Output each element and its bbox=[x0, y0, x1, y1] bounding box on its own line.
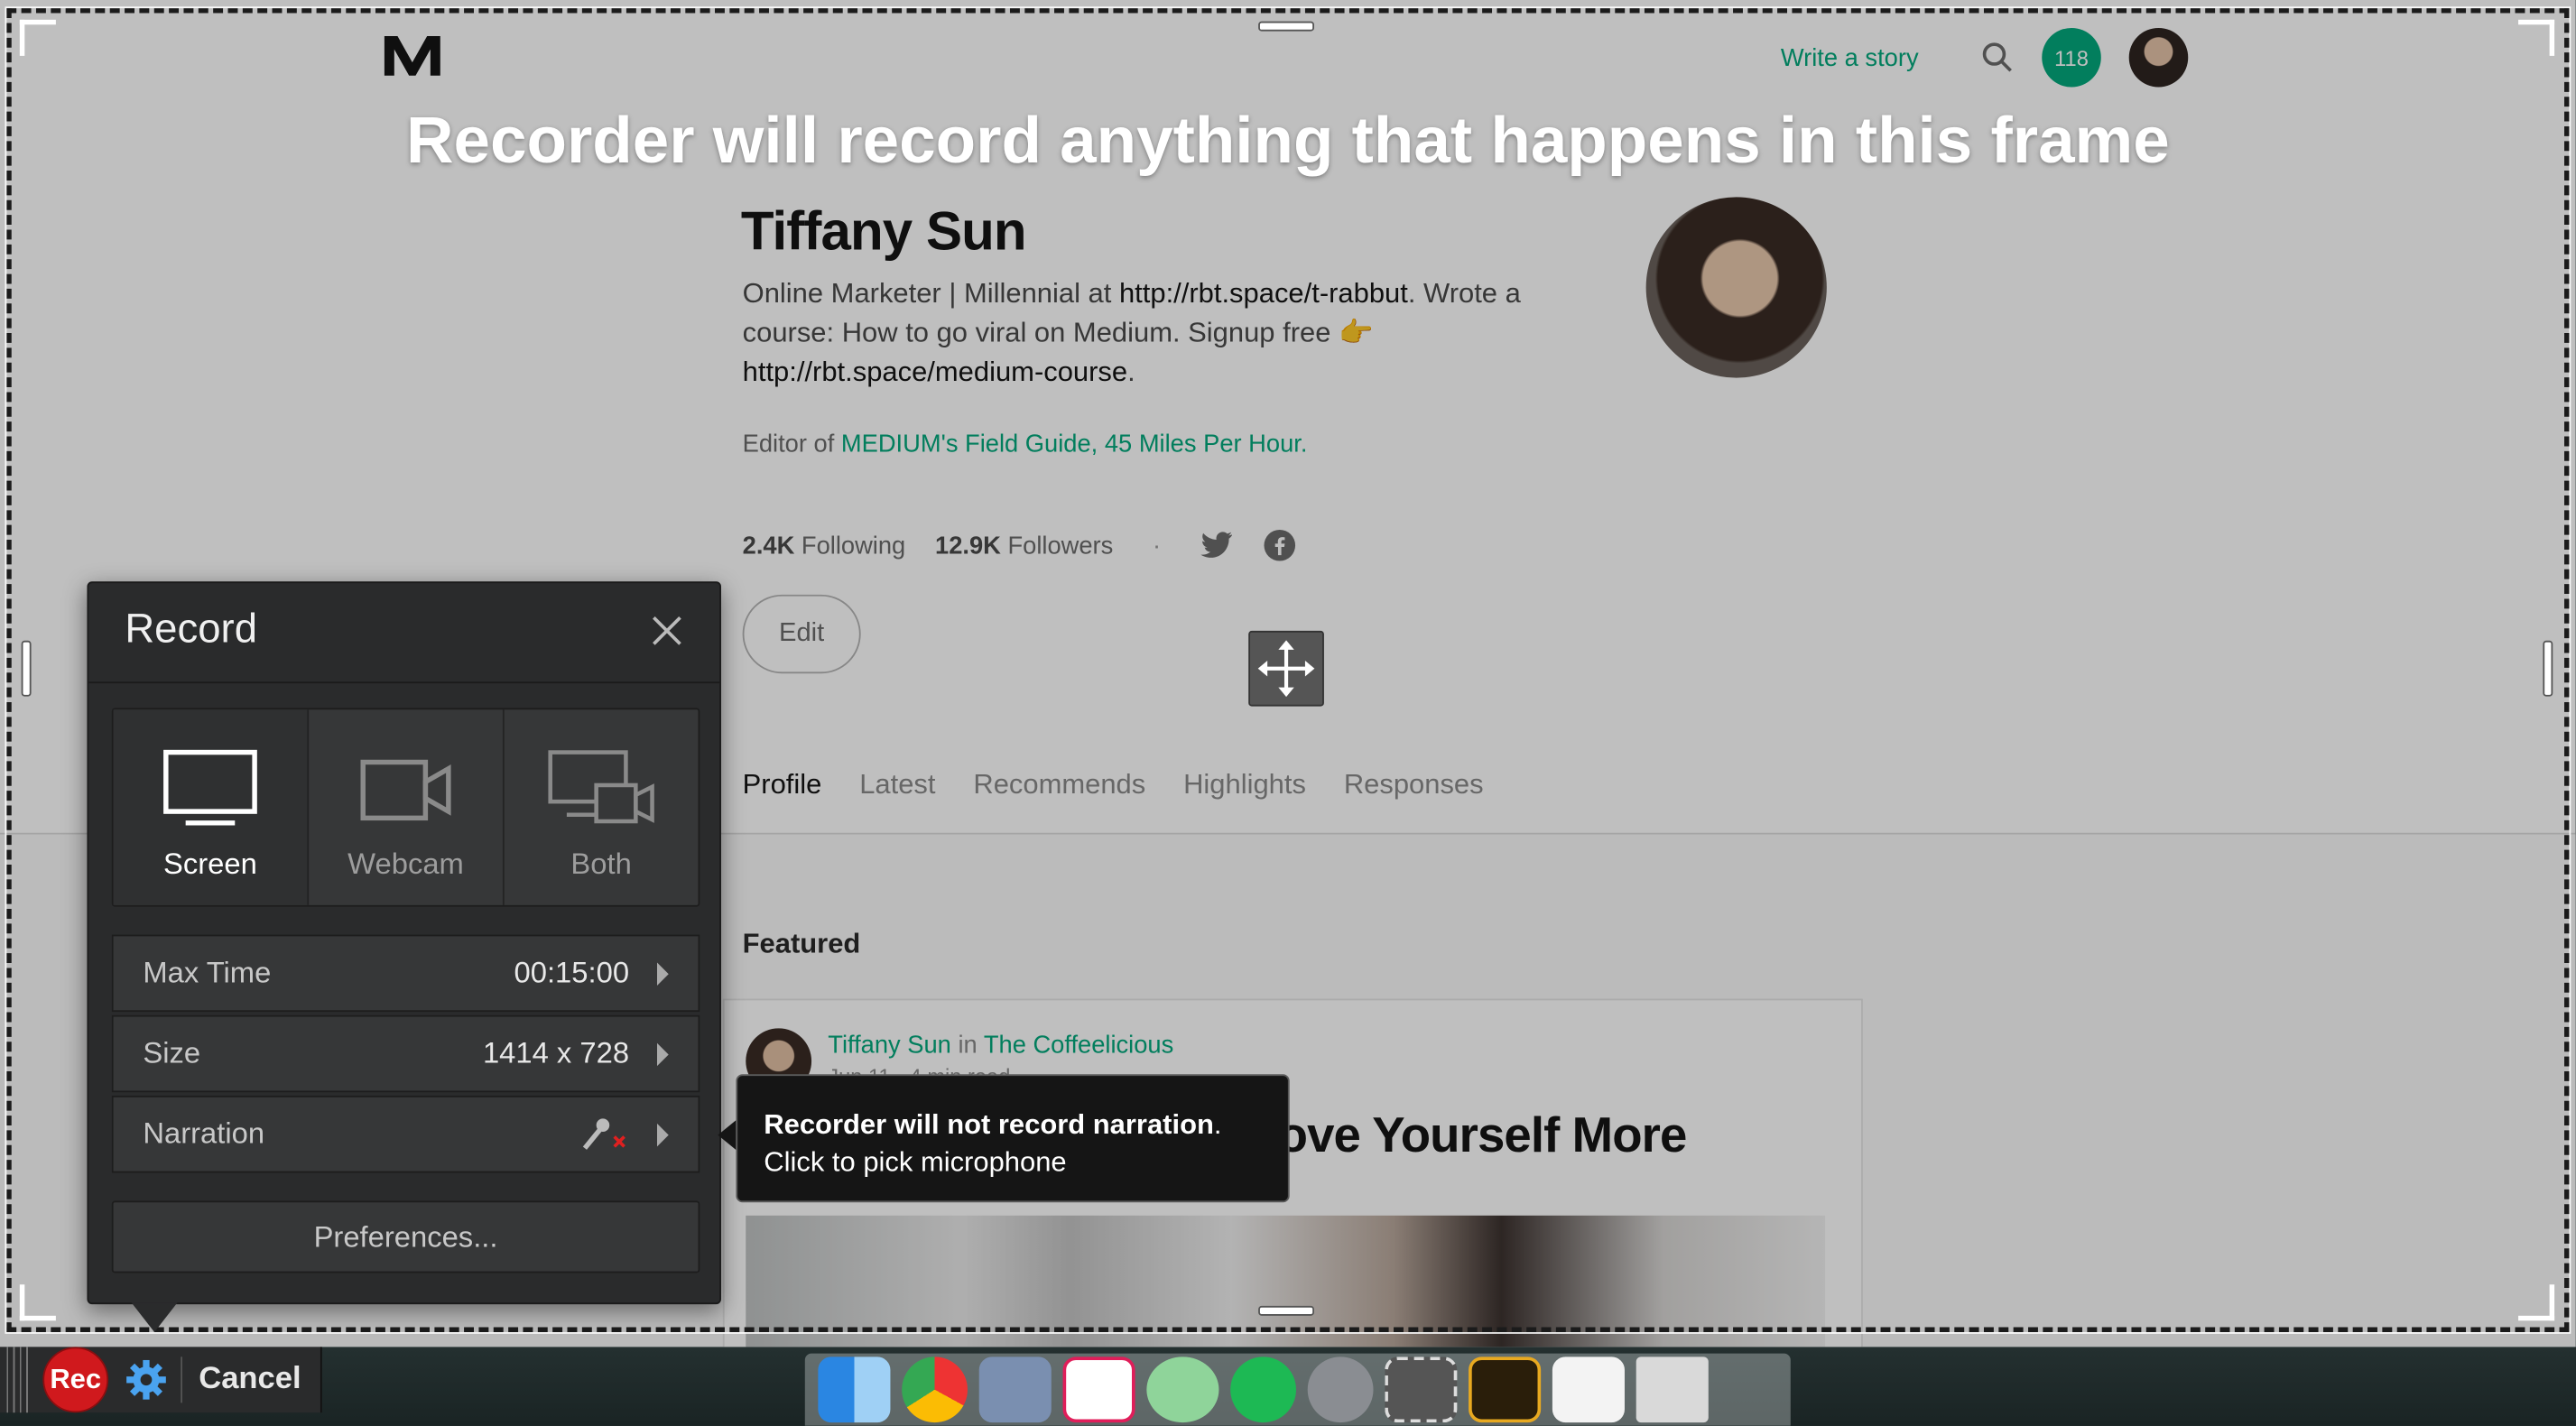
chevron-right-icon bbox=[657, 1042, 669, 1067]
move-handle-icon[interactable] bbox=[1248, 630, 1324, 707]
trash-icon[interactable] bbox=[1635, 1357, 1709, 1423]
preview-icon[interactable] bbox=[1552, 1357, 1625, 1423]
narration-row[interactable]: Narration bbox=[111, 1095, 700, 1173]
chrome-icon[interactable] bbox=[902, 1357, 968, 1423]
frame-bottom-handle[interactable] bbox=[1258, 1305, 1314, 1316]
narration-label: Narration bbox=[143, 1116, 265, 1150]
size-label: Size bbox=[143, 1036, 201, 1070]
frame-top-handle[interactable] bbox=[1258, 21, 1314, 32]
frame-corner-handle[interactable] bbox=[2518, 1284, 2555, 1321]
mode-label: Screen bbox=[163, 847, 257, 881]
mode-webcam-button[interactable]: Webcam bbox=[309, 709, 505, 905]
chevron-right-icon bbox=[657, 962, 669, 986]
monitor-webcam-icon bbox=[548, 750, 654, 824]
chevron-right-icon bbox=[657, 1123, 669, 1147]
system-preferences-icon[interactable] bbox=[1307, 1357, 1374, 1423]
mode-screen-button[interactable]: Screen bbox=[113, 709, 310, 905]
rec-button[interactable]: Rec bbox=[42, 1347, 109, 1413]
screen: Write a story 118 Tiffany Sun Online Mar… bbox=[0, 0, 2576, 1426]
narration-tooltip[interactable]: Recorder will not record narration. Clic… bbox=[736, 1074, 1290, 1203]
frame-right-handle[interactable] bbox=[2543, 640, 2553, 697]
frame-left-handle[interactable] bbox=[21, 640, 32, 697]
mode-label: Both bbox=[570, 847, 632, 881]
mode-both-button[interactable]: Both bbox=[505, 709, 699, 905]
monitor-icon bbox=[163, 749, 257, 826]
frame-corner-handle[interactable] bbox=[19, 19, 56, 56]
recorder-toolbar: Rec Cancel bbox=[0, 1347, 322, 1413]
cancel-button[interactable]: Cancel bbox=[199, 1362, 301, 1398]
panel-divider bbox=[88, 681, 720, 684]
basecamp-icon[interactable] bbox=[1146, 1357, 1219, 1423]
max-time-value: 00:15:00 bbox=[514, 956, 630, 989]
capture-mode-selector: Screen Webcam Both bbox=[111, 708, 700, 907]
panel-title: Record bbox=[125, 606, 258, 653]
max-time-label: Max Time bbox=[143, 956, 272, 989]
webcam-icon bbox=[360, 759, 451, 821]
tooltip-hint: Click to pick microphone bbox=[764, 1146, 1067, 1178]
tooltip-arrow bbox=[718, 1120, 737, 1150]
microphone-off-icon bbox=[582, 1117, 625, 1149]
spotify-icon[interactable] bbox=[1230, 1357, 1296, 1423]
bridge-icon[interactable] bbox=[1469, 1357, 1542, 1423]
toolbar-separator bbox=[181, 1357, 183, 1403]
frame-corner-handle[interactable] bbox=[2518, 19, 2555, 56]
mode-label: Webcam bbox=[347, 847, 464, 881]
record-panel: Record Screen Webcam Both Max Time 00:15… bbox=[87, 581, 721, 1305]
drag-grip[interactable] bbox=[6, 1347, 33, 1413]
tooltip-title-end: . bbox=[1213, 1108, 1222, 1141]
tooltip-title: Recorder will not record narration bbox=[764, 1108, 1214, 1141]
recording-banner: Recorder will record anything that happe… bbox=[405, 105, 2170, 178]
preferences-button[interactable]: Preferences... bbox=[111, 1200, 700, 1273]
size-row[interactable]: Size 1414 x 728 bbox=[111, 1014, 700, 1093]
screenshot-icon[interactable] bbox=[1385, 1357, 1458, 1423]
close-icon[interactable] bbox=[649, 613, 685, 649]
finder-icon[interactable] bbox=[818, 1357, 891, 1423]
max-time-row[interactable]: Max Time 00:15:00 bbox=[111, 934, 700, 1013]
size-value: 1414 x 728 bbox=[482, 1036, 630, 1070]
mail-icon[interactable] bbox=[978, 1357, 1052, 1423]
frame-corner-handle[interactable] bbox=[19, 1284, 56, 1321]
macos-dock bbox=[804, 1353, 1791, 1426]
panel-pointer bbox=[131, 1302, 178, 1333]
gear-icon[interactable] bbox=[125, 1358, 167, 1401]
slack-icon[interactable] bbox=[1062, 1357, 1135, 1423]
